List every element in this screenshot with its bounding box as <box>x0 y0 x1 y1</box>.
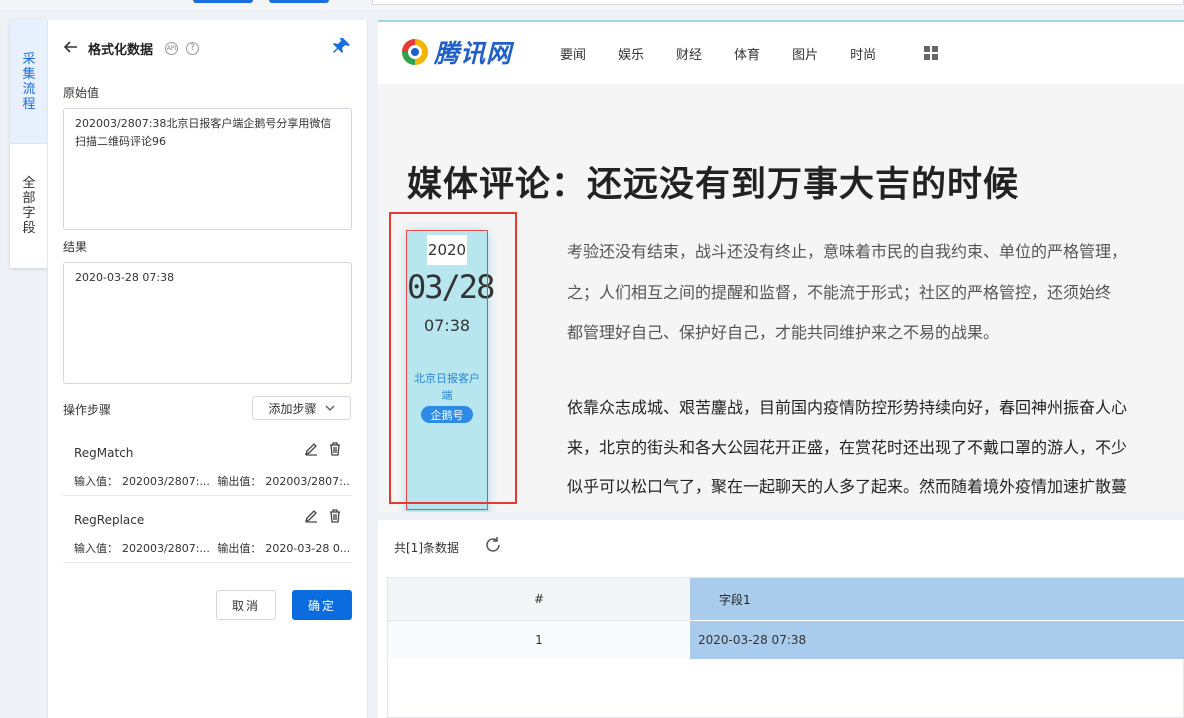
article-line: 依靠众志成城、艰苦鏖战，目前国内疫情防控形势持续向好，春回神州振奋人心 <box>567 398 1128 417</box>
article-line: 来，北京的街头和各大公园花开正盛，在赏花时还出现了不戴口罩的游人，不少 <box>567 438 1128 457</box>
step-io: 输入值： 202003/2807:... 输出值： 202003/2807:... <box>74 473 349 489</box>
format-data-panel: 格式化数据 API ? 原始值 202003/2807:38北京日报客户端企鹅号… <box>47 20 368 718</box>
add-step-dropdown[interactable]: 添加步骤 <box>252 396 351 420</box>
top-toolbar <box>0 0 1184 10</box>
tab-collect-flow[interactable]: 采集流程 <box>10 20 48 144</box>
site-nav: 腾讯网 要闻 娱乐 财经 体育 图片 时尚 <box>378 22 1184 84</box>
article-line: 考验还没有结束，战斗还没有终止，意味着市民的自我约束、单位的严格管理， <box>567 242 1128 261</box>
article-line: 都管理好自己、保护好自己，才能共同维护来之不易的战果。 <box>567 323 1000 342</box>
grid-menu-icon[interactable] <box>924 46 938 60</box>
delete-icon[interactable] <box>328 509 342 523</box>
toolbar-button[interactable] <box>269 0 329 3</box>
panel-header: 格式化数据 API ? <box>63 38 200 58</box>
date-year: 2020 <box>427 235 467 265</box>
help-icon[interactable]: ? <box>186 41 200 55</box>
table-cell-field1[interactable]: 2020-03-28 07:38 <box>690 620 1184 659</box>
back-arrow-icon[interactable] <box>63 39 78 58</box>
article-headline: 媒体评论：还远没有到万事大吉的时候 <box>407 165 1020 205</box>
confirm-button[interactable]: 确定 <box>292 590 352 620</box>
step-output: 2020-03-28 0... <box>265 542 349 555</box>
step-input: 202003/2807:... <box>122 475 210 488</box>
web-preview[interactable]: 腾讯网 要闻 娱乐 财经 体育 图片 时尚 媒体评论：还远没有到万事大吉的时候 … <box>378 20 1184 512</box>
panel-title: 格式化数据 <box>88 42 154 58</box>
nav-item[interactable]: 娱乐 <box>618 44 644 63</box>
nav-items: 要闻 娱乐 财经 体育 图片 时尚 <box>560 44 908 63</box>
step-input-label: 输入值： <box>74 475 118 488</box>
step-item[interactable]: RegMatch 输入值： 202003/2807:... 输出值： 202003/… <box>63 430 352 496</box>
pin-icon[interactable] <box>333 37 351 55</box>
article-line: 之；人们相互之间的提醒和监督，不能流于形式；社区的严格管控，还须始终 <box>567 283 1112 302</box>
article-date-column[interactable]: 2020 03/28 07:38 北京日报客户端 企鹅号 <box>407 232 495 512</box>
step-input: 202003/2807:... <box>122 542 210 555</box>
date-time: 07:38 <box>423 316 471 335</box>
raw-value-label: 原始值 <box>63 86 100 100</box>
tab-all-fields[interactable]: 全部字段 <box>10 144 48 268</box>
step-name: RegMatch <box>74 446 134 460</box>
site-logo[interactable]: 腾讯网 <box>400 34 512 70</box>
chevron-down-icon <box>325 403 335 414</box>
step-output-label: 输出值： <box>217 542 262 555</box>
step-io: 输入值： 202003/2807:... 输出值： 2020-03-28 0... <box>74 540 349 556</box>
site-logo-text: 腾讯网 <box>434 39 513 68</box>
toolbar-button[interactable] <box>193 0 253 3</box>
article-source[interactable]: 北京日报客户端 <box>411 370 483 404</box>
cancel-button[interactable]: 取消 <box>216 590 276 620</box>
edit-icon[interactable] <box>304 509 318 523</box>
date-month-day: 03/28 <box>407 268 495 306</box>
step-output-label: 输出值： <box>217 475 262 488</box>
steps-label: 操作步骤 <box>63 403 112 417</box>
column-header-field1[interactable]: 字段1 <box>690 578 1184 620</box>
results-panel: 共[1]条数据 # 字段1 1 2020-03-28 07:38 <box>378 520 1184 718</box>
table-cell-index: 1 <box>388 620 690 659</box>
nav-item[interactable]: 体育 <box>734 44 760 63</box>
nav-item[interactable]: 要闻 <box>560 44 586 63</box>
nav-item[interactable]: 财经 <box>676 44 702 63</box>
step-output: 202003/2807:... <box>265 475 349 488</box>
step-name: RegReplace <box>74 513 145 527</box>
tab-all-fields-label: 全部字段 <box>22 176 36 236</box>
add-step-label: 添加步骤 <box>268 401 317 416</box>
edit-icon[interactable] <box>304 442 318 456</box>
vertical-tabs: 采集流程 全部字段 <box>10 20 48 268</box>
api-icon[interactable]: API <box>165 41 179 55</box>
results-table: # 字段1 1 2020-03-28 07:38 <box>387 577 1184 718</box>
tencent-logo-icon <box>402 39 428 65</box>
delete-icon[interactable] <box>328 442 342 456</box>
nav-item[interactable]: 图片 <box>792 44 818 63</box>
address-bar[interactable] <box>372 0 1184 5</box>
result-field[interactable]: 2020-03-28 07:38 <box>63 262 352 384</box>
result-count: 共[1]条数据 <box>394 541 459 555</box>
result-label: 结果 <box>63 240 88 254</box>
step-item[interactable]: RegReplace 输入值： 202003/2807:... 输出值： 2020-… <box>63 497 352 563</box>
tab-collect-flow-label: 采集流程 <box>22 51 36 112</box>
refresh-icon[interactable] <box>484 536 502 554</box>
article-line: 似乎可以松口气了，聚在一起聊天的人多了起来。然而随着境外疫情加速扩散蔓 <box>567 477 1128 496</box>
source-badge: 企鹅号 <box>421 406 473 423</box>
step-input-label: 输入值： <box>74 542 118 555</box>
raw-value-field[interactable]: 202003/2807:38北京日报客户端企鹅号分享用微信扫描二维码评论96 <box>63 108 352 230</box>
column-header-index: # <box>388 578 690 620</box>
nav-item[interactable]: 时尚 <box>850 44 876 63</box>
